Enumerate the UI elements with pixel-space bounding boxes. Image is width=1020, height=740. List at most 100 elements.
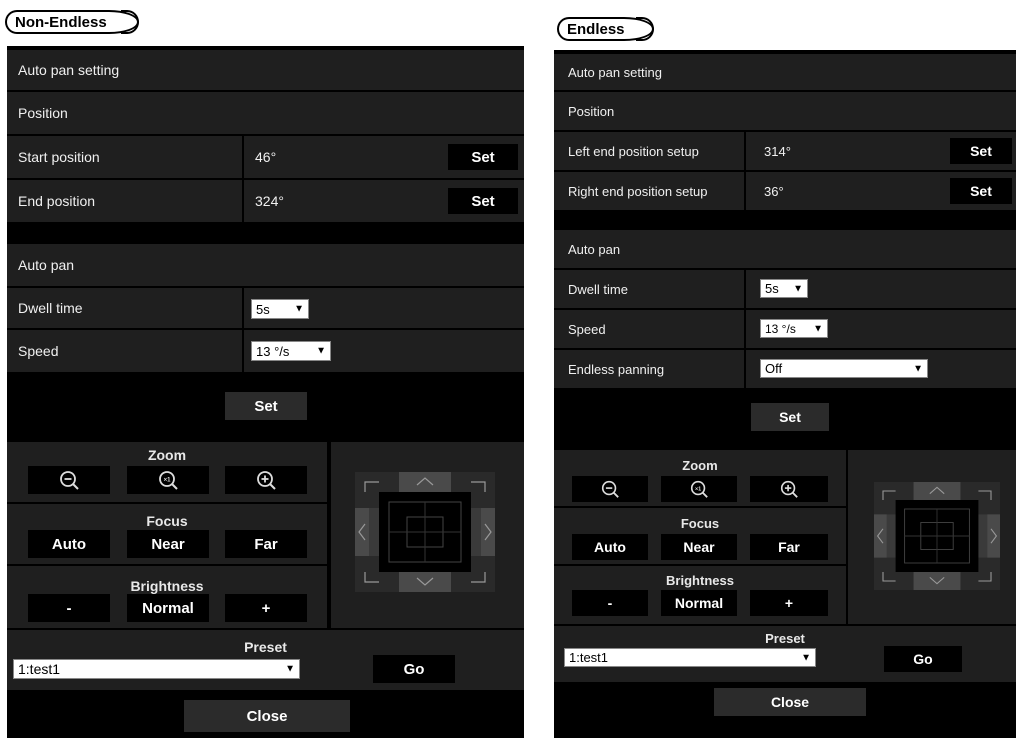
auto-pan-label: Auto pan: [568, 241, 621, 257]
svg-text:×1: ×1: [164, 478, 172, 484]
chevron-down-icon: ▼: [285, 663, 295, 675]
speed-label: Speed: [18, 343, 59, 359]
pan-tilt-pad[interactable]: [874, 482, 1000, 590]
chevron-down-icon: ▼: [801, 652, 811, 663]
zoom-out-button[interactable]: [572, 476, 648, 502]
zoom-label: Zoom: [147, 447, 187, 463]
start-position-set-button[interactable]: Set: [448, 144, 518, 170]
zoom-x1-button[interactable]: ×1: [127, 466, 209, 494]
brightness-normal-button[interactable]: Normal: [127, 594, 209, 622]
brightness-plus-button[interactable]: +: [225, 594, 307, 622]
chevron-down-icon: ▼: [316, 345, 326, 357]
brightness-normal-button[interactable]: Normal: [661, 590, 737, 616]
auto-pan-header: Auto pan: [554, 230, 1016, 268]
dwell-time-select[interactable]: 5s ▼: [760, 279, 808, 298]
left-end-position-row: Left end position setup 314° Set: [554, 132, 1016, 170]
speed-row: Speed 13 °/s ▼: [554, 310, 1016, 348]
non-endless-tag: Non-Endless: [5, 10, 139, 34]
brightness-plus-button[interactable]: +: [750, 590, 828, 616]
zoom-out-button[interactable]: [28, 466, 110, 494]
start-position-label: Start position: [18, 149, 100, 165]
auto-pan-header: Auto pan: [7, 244, 524, 286]
speed-select[interactable]: 13 °/s ▼: [760, 319, 828, 338]
close-button[interactable]: Close: [184, 700, 350, 732]
pan-tilt-pad[interactable]: [355, 472, 495, 592]
zoom-x1-icon: ×1: [690, 480, 708, 498]
right-end-position-value: 36°: [764, 183, 784, 199]
endless-panning-label: Endless panning: [568, 361, 665, 377]
focus-near-button[interactable]: Near: [661, 534, 737, 560]
chevron-down-icon: ▼: [913, 363, 923, 374]
pan-tilt-pad-panel: [331, 442, 524, 628]
brightness-minus-button[interactable]: -: [28, 594, 110, 622]
end-position-value: 324°: [255, 193, 284, 209]
header-label: Auto pan setting: [568, 64, 662, 80]
preset-label: Preset: [244, 639, 287, 655]
brightness-minus-button[interactable]: -: [572, 590, 648, 616]
preset-select[interactable]: 1:test1 ▼: [564, 648, 816, 667]
chevron-down-icon: ▼: [793, 283, 803, 294]
dwell-time-value: 5s: [256, 301, 270, 317]
chevron-down-icon: ▼: [813, 323, 823, 334]
go-button[interactable]: Go: [884, 646, 962, 672]
left-end-set-button[interactable]: Set: [950, 138, 1012, 164]
set-button[interactable]: Set: [751, 403, 829, 431]
zoom-out-icon: [601, 480, 619, 498]
set-button[interactable]: Set: [225, 392, 307, 420]
preset-select[interactable]: 1:test1 ▼: [13, 659, 300, 679]
position-header: Position: [554, 92, 1016, 130]
dwell-time-select[interactable]: 5s ▼: [251, 299, 309, 319]
position-label: Position: [568, 103, 615, 119]
zoom-x1-button[interactable]: ×1: [661, 476, 737, 502]
zoom-section: Zoom ×1: [554, 450, 846, 506]
zoom-out-icon: [60, 471, 79, 490]
auto-pan-setting-header: Auto pan setting: [7, 50, 524, 90]
close-button[interactable]: Close: [714, 688, 866, 716]
focus-far-button[interactable]: Far: [225, 530, 307, 558]
chevron-down-icon: ▼: [294, 303, 304, 315]
preset-value: 1:test1: [569, 650, 609, 665]
brightness-section: Brightness - Normal +: [7, 566, 327, 628]
auto-pan-label: Auto pan: [18, 257, 75, 273]
header-label: Auto pan setting: [18, 62, 120, 78]
focus-auto-button[interactable]: Auto: [28, 530, 110, 558]
start-position-row: Start position 46° Set: [7, 136, 524, 178]
position-header: Position: [7, 92, 524, 134]
focus-section: Focus Auto Near Far: [7, 504, 327, 564]
right-end-position-label: Right end position setup: [568, 183, 708, 199]
zoom-x1-icon: ×1: [159, 471, 178, 490]
speed-row: Speed 13 °/s ▼: [7, 330, 524, 372]
speed-label: Speed: [568, 321, 606, 337]
endless-tag: Endless: [557, 17, 654, 41]
end-position-set-button[interactable]: Set: [448, 188, 518, 214]
zoom-in-button[interactable]: [225, 466, 307, 494]
auto-pan-setting-header: Auto pan setting: [554, 54, 1016, 90]
focus-section: Focus Auto Near Far: [554, 508, 846, 564]
endless-panning-value: Off: [765, 361, 783, 376]
right-end-set-button[interactable]: Set: [950, 178, 1012, 204]
endless-panel: Auto pan setting Position Left end posit…: [554, 50, 1016, 738]
dwell-time-label: Dwell time: [568, 281, 628, 297]
endless-panning-select[interactable]: Off ▼: [760, 359, 928, 378]
focus-label: Focus: [146, 513, 188, 529]
svg-text:×1: ×1: [695, 486, 701, 492]
zoom-label: Zoom: [682, 458, 718, 473]
right-end-position-row: Right end position setup 36° Set: [554, 172, 1016, 210]
brightness-label: Brightness: [130, 578, 204, 594]
focus-auto-button[interactable]: Auto: [572, 534, 648, 560]
preset-section: Preset 1:test1 ▼ Go: [554, 626, 1016, 682]
left-end-position-value: 314°: [764, 143, 791, 159]
brightness-section: Brightness - Normal +: [554, 566, 846, 624]
speed-value: 13 °/s: [256, 343, 290, 359]
go-button[interactable]: Go: [373, 655, 455, 683]
brightness-label: Brightness: [666, 573, 734, 588]
zoom-in-button[interactable]: [750, 476, 828, 502]
preset-value: 1:test1: [18, 661, 61, 677]
speed-select[interactable]: 13 °/s ▼: [251, 341, 331, 361]
pan-tilt-pad-panel: [848, 450, 1016, 624]
non-endless-panel: Auto pan setting Position Start position…: [7, 46, 524, 738]
endless-panning-row: Endless panning Off ▼: [554, 350, 1016, 388]
zoom-in-icon: [257, 471, 276, 490]
focus-near-button[interactable]: Near: [127, 530, 209, 558]
focus-far-button[interactable]: Far: [750, 534, 828, 560]
